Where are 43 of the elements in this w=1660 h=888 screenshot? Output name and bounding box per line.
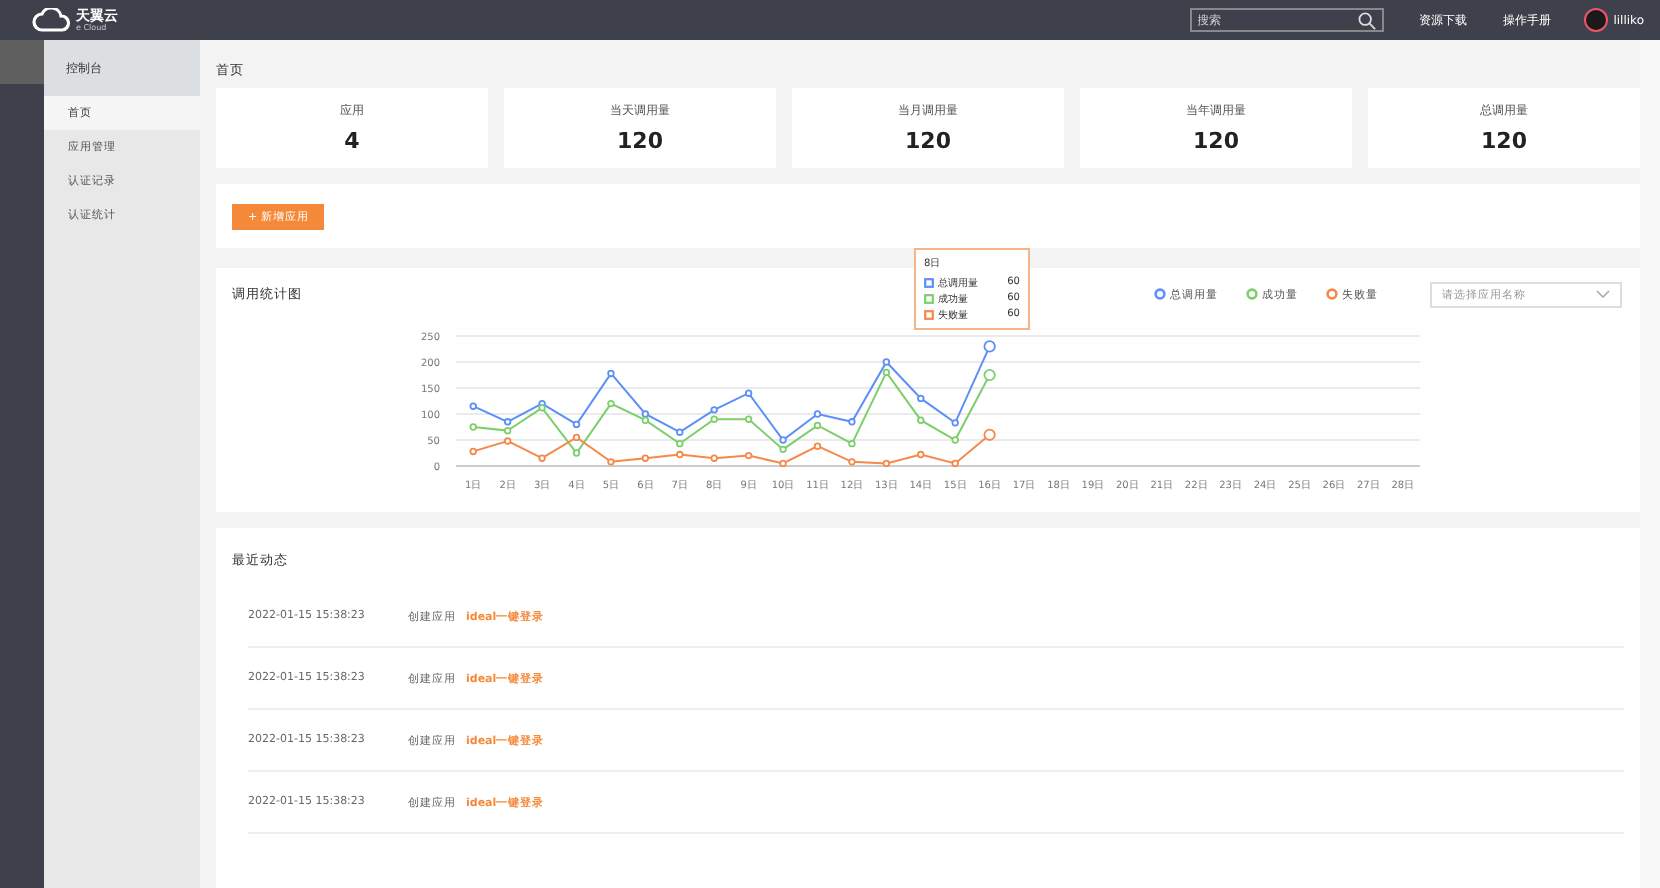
- data-point: [676, 428, 684, 436]
- rail-highlight: [0, 40, 44, 84]
- data-point: [779, 459, 787, 468]
- data-point: [951, 419, 959, 427]
- cloud-logo-icon: [32, 8, 72, 32]
- stat-value: 4: [344, 128, 360, 154]
- stat-value: 120: [1481, 128, 1527, 154]
- data-point: [469, 447, 477, 456]
- data-point: [538, 454, 546, 462]
- data-point: [572, 420, 581, 429]
- data-point: [607, 399, 615, 408]
- search-icon: [1357, 11, 1376, 29]
- data-point: [917, 450, 925, 459]
- data-point: [917, 394, 925, 403]
- data-point: [951, 459, 959, 468]
- stat-value: 120: [617, 128, 663, 154]
- data-point: [813, 410, 822, 418]
- data-point: [813, 421, 822, 430]
- data-point: [882, 459, 891, 468]
- data-point: [744, 451, 753, 460]
- stat-value: 120: [1193, 128, 1239, 154]
- data-point: [572, 449, 581, 457]
- data-point: [744, 415, 753, 423]
- data-point: [744, 389, 753, 397]
- data-point: [983, 340, 996, 353]
- data-point: [641, 454, 650, 462]
- data-point: [607, 458, 615, 466]
- data-point: [983, 428, 996, 441]
- data-point: [710, 454, 718, 462]
- chevron-down-icon: [1596, 290, 1610, 298]
- data-point: [469, 423, 477, 431]
- data-point: [572, 433, 581, 442]
- data-point: [607, 369, 615, 378]
- data-point: [848, 439, 856, 448]
- data-point: [848, 458, 856, 466]
- data-point: [917, 416, 925, 424]
- stat-value: 120: [905, 128, 951, 154]
- data-point: [848, 418, 856, 426]
- data-point: [983, 368, 996, 382]
- avatar[interactable]: [1583, 8, 1608, 32]
- data-point: [469, 402, 477, 410]
- data-point: [813, 442, 822, 450]
- data-point: [951, 436, 959, 444]
